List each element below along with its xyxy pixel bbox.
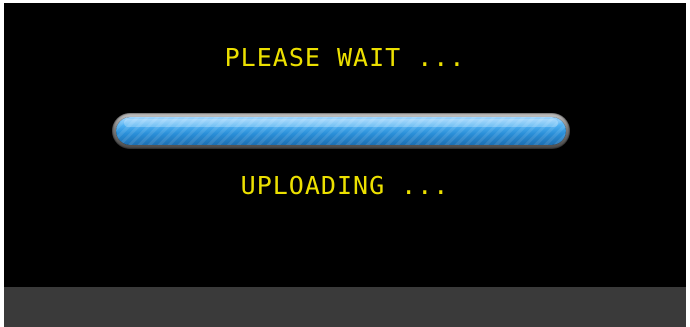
please-wait-label: PLEASE WAIT ...	[224, 43, 466, 72]
progress-bar	[112, 113, 570, 149]
upload-screen: PLEASE WAIT ... UPLOADING ...	[4, 3, 686, 287]
window-frame: PLEASE WAIT ... UPLOADING ...	[0, 0, 690, 327]
progress-track	[116, 117, 566, 145]
bottom-bar	[4, 287, 686, 327]
uploading-status-label: UPLOADING ...	[240, 171, 450, 200]
progress-gloss	[124, 119, 558, 127]
progress-fill	[116, 117, 566, 145]
